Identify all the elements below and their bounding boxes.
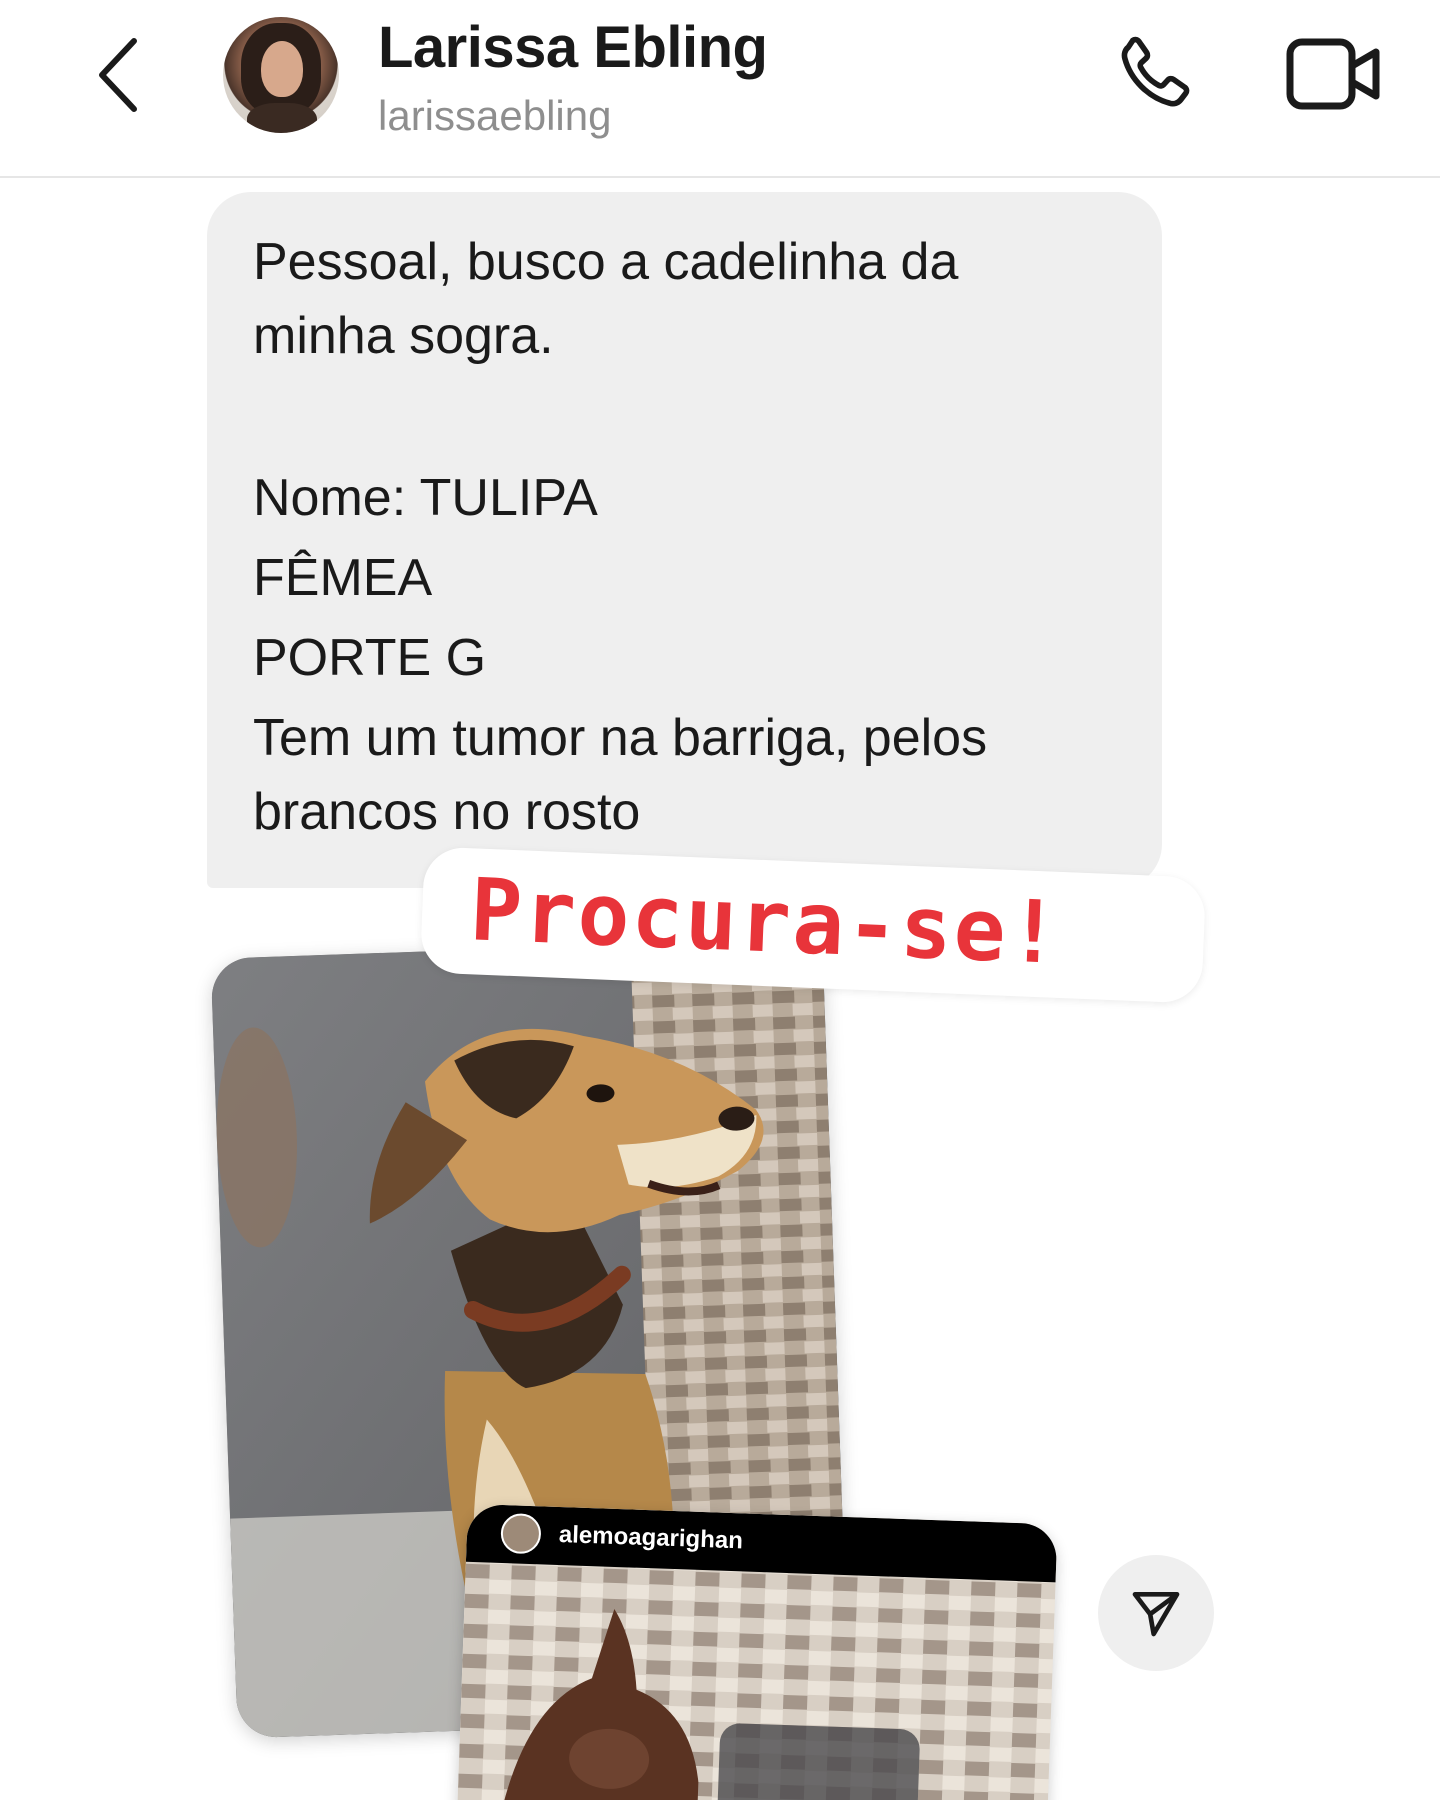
chevron-left-icon: [99, 38, 137, 112]
contact-name[interactable]: Larissa Ebling: [378, 14, 768, 81]
sticker-text: Procura-se!: [468, 860, 1064, 984]
contact-handle[interactable]: larissaebling: [378, 92, 611, 140]
message-line: PORTE G: [253, 629, 487, 687]
avatar[interactable]: [223, 17, 339, 133]
send-icon: [1132, 1592, 1180, 1637]
message-line: Tem um tumor na barriga, pelos: [253, 709, 988, 767]
shared-story[interactable]: alemoagarighan: [456, 1503, 1058, 1800]
call-button[interactable]: [1108, 30, 1198, 120]
video-camera-icon: [1286, 38, 1380, 110]
story-username[interactable]: alemoagarighan: [558, 1521, 743, 1555]
back-button[interactable]: [88, 30, 148, 120]
story-avatar[interactable]: [500, 1512, 542, 1555]
video-call-button[interactable]: [1284, 34, 1384, 114]
chat-header: Larissa Ebling larissaebling: [0, 0, 1440, 178]
message-bubble[interactable]: Pessoal, busco a cadelinha da minha sogr…: [207, 192, 1162, 888]
share-button[interactable]: [1098, 1555, 1214, 1671]
message-line: brancos no rosto: [253, 783, 641, 841]
message-line: Nome: TULIPA: [253, 469, 598, 527]
message-line: FÊMEA: [253, 549, 433, 607]
message-line: Pessoal, busco a cadelinha da: [253, 233, 959, 291]
phone-icon: [1121, 36, 1190, 107]
message-line: minha sogra.: [253, 307, 554, 365]
